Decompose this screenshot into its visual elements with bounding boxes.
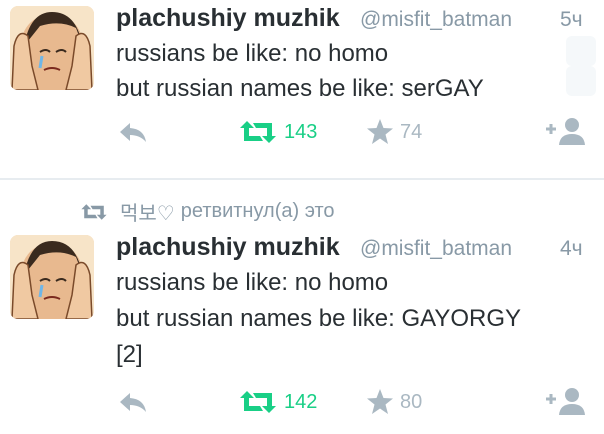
reply-icon — [120, 393, 146, 412]
star-icon — [367, 119, 393, 144]
favorite-button[interactable]: 74 — [366, 118, 422, 146]
tweet[interactable]: plachushiy muzhik @misfit_batman 5ч russ… — [0, 0, 604, 178]
retweet-icon — [240, 121, 276, 143]
tweet-timestamp[interactable]: 4ч — [560, 237, 583, 261]
follow-button[interactable] — [544, 116, 588, 146]
tweet-timestamp[interactable]: 5ч — [560, 8, 583, 32]
retweet-context-icon — [81, 203, 107, 220]
avatar-image — [10, 235, 94, 319]
retweet-count: 142 — [284, 390, 318, 413]
ghost-button-2 — [566, 66, 596, 96]
tweet-text-line: russians be like: no homo — [116, 40, 389, 67]
retweeted-label: ретвитнул(а) это — [180, 200, 335, 222]
star-icon — [367, 389, 393, 414]
author-handle[interactable]: @misfit_batman — [360, 237, 512, 261]
retweet-button[interactable]: 142 — [238, 390, 317, 414]
author-name[interactable]: plachushiy muzhik — [116, 4, 340, 33]
follow-button[interactable] — [544, 386, 588, 416]
tweet-text-line: [2] — [116, 341, 143, 368]
author-handle[interactable]: @misfit_batman — [360, 8, 512, 32]
reply-button[interactable] — [118, 120, 148, 144]
tweet[interactable]: plachushiy muzhik @misfit_batman 4ч russ… — [0, 225, 604, 434]
retweet-button[interactable]: 143 — [238, 120, 317, 144]
avatar[interactable] — [10, 235, 94, 319]
retweet-icon — [240, 391, 276, 413]
author-name[interactable]: plachushiy muzhik — [116, 233, 340, 262]
retweeter-name[interactable]: 먹보♡ — [120, 197, 175, 226]
tweet-text-line: russians be like: no homo — [116, 269, 389, 296]
avatar-image — [10, 6, 94, 90]
favorite-button[interactable]: 80 — [366, 388, 422, 416]
avatar[interactable] — [10, 6, 94, 90]
favorite-count: 80 — [400, 390, 423, 413]
tweet-text-line: but russian names be like: GAYORGY — [116, 305, 522, 332]
tweet-text-line: but russian names be like: serGAY — [116, 75, 484, 102]
retweet-count: 143 — [284, 120, 318, 143]
reply-icon — [120, 123, 146, 142]
retweet-context[interactable]: 먹보♡ ретвитнул(а) это — [80, 197, 335, 226]
tweet-divider — [0, 178, 604, 180]
reply-button[interactable] — [118, 390, 148, 414]
follow-icon — [546, 118, 585, 145]
favorite-count: 74 — [400, 120, 423, 143]
ghost-button-1 — [566, 36, 596, 66]
follow-icon — [546, 388, 585, 415]
